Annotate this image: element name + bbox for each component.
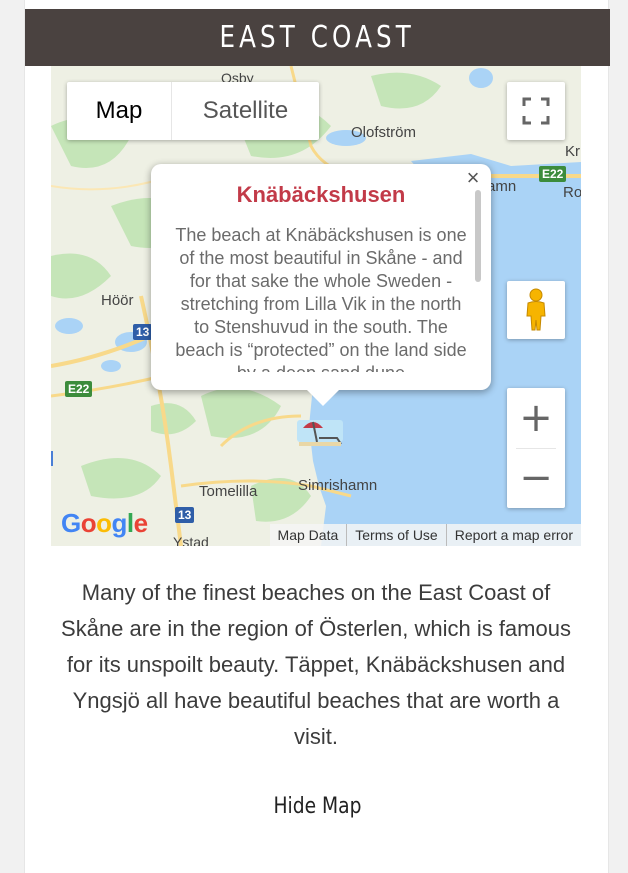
google-logo: Google (61, 508, 148, 538)
road-badge-13-north: 13 (133, 324, 153, 340)
info-window-scrollbar[interactable] (475, 190, 481, 282)
map-embed[interactable]: Olofström Höör Tomelilla Simrishamn Kr R… (51, 66, 581, 546)
zoom-in-button[interactable]: + (507, 388, 565, 448)
road-badge-e22-west: E22 (65, 381, 93, 397)
info-window: × Knäbäckshusen The beach at Knäbäckshus… (151, 164, 491, 406)
zoom-control: + − (507, 388, 565, 508)
map-label-ystad: Ystad (173, 534, 209, 546)
map-type-map-button[interactable]: Map (67, 82, 171, 140)
section-title: EAST COAST (219, 20, 416, 55)
info-window-text: The beach at Knäbäckshusen is one of the… (175, 225, 467, 372)
hide-map-button[interactable]: Hide Map (69, 794, 566, 819)
road-badge-13-south: 13 (175, 507, 195, 523)
info-window-content[interactable]: Knäbäckshusen The beach at Knäbäckshusen… (175, 182, 467, 372)
street-view-button[interactable] (507, 281, 565, 339)
section-header: EAST COAST (25, 9, 610, 66)
road-badge-e22-north: E22 (539, 166, 567, 182)
minus-icon: − (519, 455, 553, 502)
description-text: Many of the finest beaches on the East C… (61, 580, 571, 749)
map-label-hoor: Höör (101, 292, 134, 309)
map-attribution: Map Data Terms of Use Report a map error (269, 524, 581, 546)
map-type-satellite-button[interactable]: Satellite (171, 82, 319, 140)
info-window-pointer (307, 390, 339, 406)
map-type-control: Map Satellite (67, 82, 319, 140)
content-card: EAST COAST Olofström Höör Tomelilla Simr… (24, 0, 610, 873)
plus-icon: + (519, 394, 553, 441)
map-data-link[interactable]: Map Data (270, 524, 347, 546)
terms-of-use-link[interactable]: Terms of Use (346, 524, 445, 546)
zoom-out-button[interactable]: − (507, 448, 565, 508)
map-label-ro: Ro (563, 184, 581, 201)
map-label-kr: Kr (565, 143, 580, 160)
fullscreen-icon (522, 97, 550, 125)
map-label-simrishamn: Simrishamn (298, 477, 378, 494)
map-label-tomelilla: Tomelilla (199, 483, 258, 500)
map-label-amn: amn (487, 178, 517, 195)
report-map-error-link[interactable]: Report a map error (445, 524, 581, 546)
map-label-olofstrom: Olofström (351, 124, 417, 141)
info-window-title: Knäbäckshusen (236, 182, 406, 207)
fullscreen-button[interactable] (507, 82, 565, 140)
pegman-icon (526, 288, 546, 331)
beach-umbrella-icon[interactable] (297, 412, 343, 448)
